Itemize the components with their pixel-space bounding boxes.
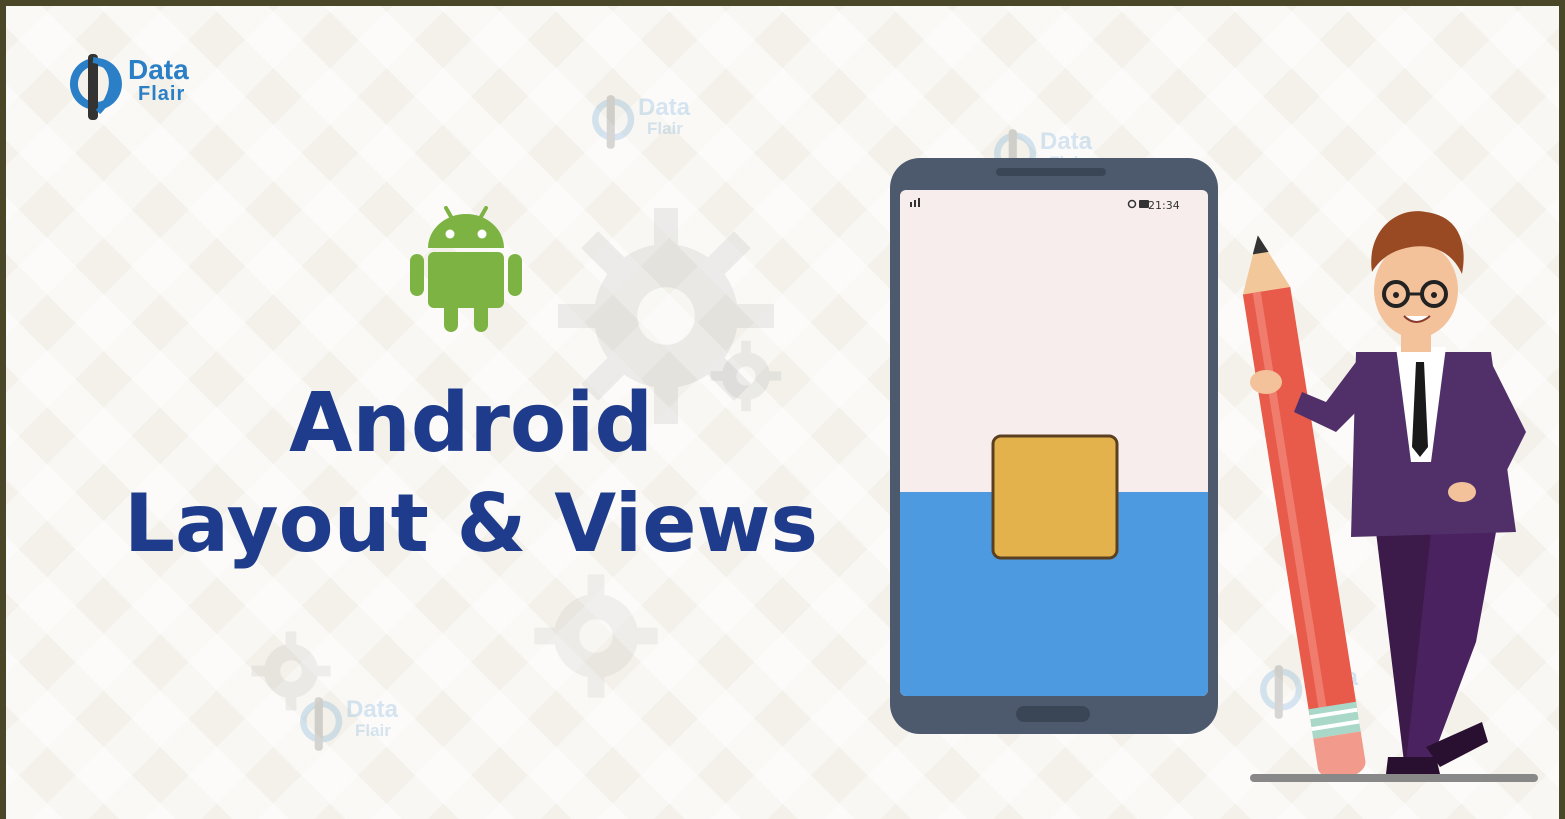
title-line1: Android [288,376,654,471]
cartoon-person [1250,211,1538,782]
android-robot-icon [410,206,522,332]
status-time: 21:34 [1148,199,1180,212]
data-flair-logo: Data Flair [66,50,216,124]
gear-background-icon [534,574,658,698]
smartphone-illustration: 21:34 [886,154,1222,738]
data-flair-logo-mark-icon [69,54,122,120]
watermark-logo: DataFlair [294,694,444,754]
page-title: Android Layout & Views [96,374,846,574]
title-line2: Layout & Views [124,477,818,570]
banner: Data Flair DataFlair DataFlair DataFlair… [0,0,1565,819]
watermark-logo: DataFlair [586,92,736,152]
brand-line1: Data [128,54,189,85]
brand-line2: Flair [138,83,186,105]
